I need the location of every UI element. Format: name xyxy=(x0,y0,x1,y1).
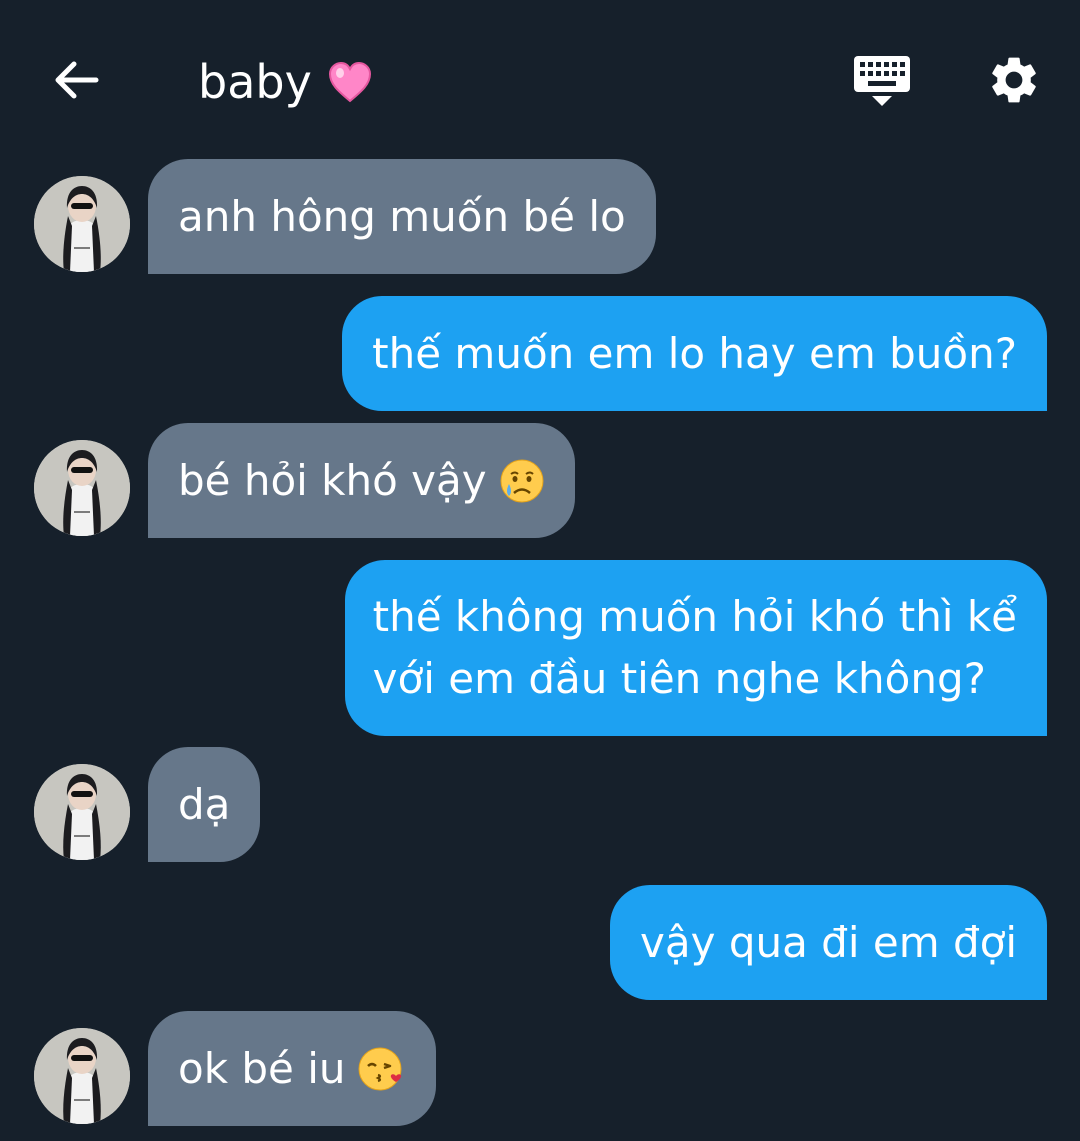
message-text: vậy qua đi em đợi xyxy=(640,917,1017,967)
incoming-message-bubble[interactable]: dạ xyxy=(148,747,261,862)
chat-title[interactable]: baby xyxy=(198,52,372,112)
back-button[interactable] xyxy=(44,48,108,112)
crying-face-icon xyxy=(499,458,545,504)
incoming-message-bubble[interactable]: anh hông muốn bé lo xyxy=(148,159,656,274)
settings-button[interactable] xyxy=(980,46,1048,114)
avatar[interactable] xyxy=(34,1028,130,1124)
contact-name: baby xyxy=(198,55,312,109)
outgoing-message-bubble[interactable]: thế không muốn hỏi khó thì kể với em đầu… xyxy=(344,560,1047,736)
outgoing-message-bubble[interactable]: thế muốn em lo hay em buồn? xyxy=(342,296,1047,411)
message-text-line: với em đầu tiên nghe không? xyxy=(372,654,986,703)
arrow-left-icon xyxy=(55,61,99,99)
message-text: ok bé iu xyxy=(178,1043,346,1093)
outgoing-message-bubble[interactable]: vậy qua đi em đợi xyxy=(610,885,1047,1000)
message-text: dạ xyxy=(178,779,231,829)
avatar[interactable] xyxy=(34,440,130,536)
keyboard-hide-icon xyxy=(854,56,910,106)
gear-icon xyxy=(992,57,1036,103)
avatar[interactable] xyxy=(34,764,130,860)
pink-heart-icon xyxy=(328,61,372,103)
message-text: thế muốn em lo hay em buồn? xyxy=(372,328,1017,378)
keyboard-toggle-button[interactable] xyxy=(846,50,918,114)
message-text: anh hông muốn bé lo xyxy=(178,191,626,241)
incoming-message-bubble[interactable]: bé hỏi khó vậy xyxy=(148,423,575,538)
message-text-line: thế không muốn hỏi khó thì kể xyxy=(372,592,1017,641)
incoming-message-bubble[interactable]: ok bé iu xyxy=(148,1011,436,1126)
avatar[interactable] xyxy=(34,176,130,272)
message-text: bé hỏi khó vậy xyxy=(178,455,487,505)
chat-header: baby xyxy=(0,0,1080,150)
kissing-face-icon xyxy=(358,1046,406,1092)
